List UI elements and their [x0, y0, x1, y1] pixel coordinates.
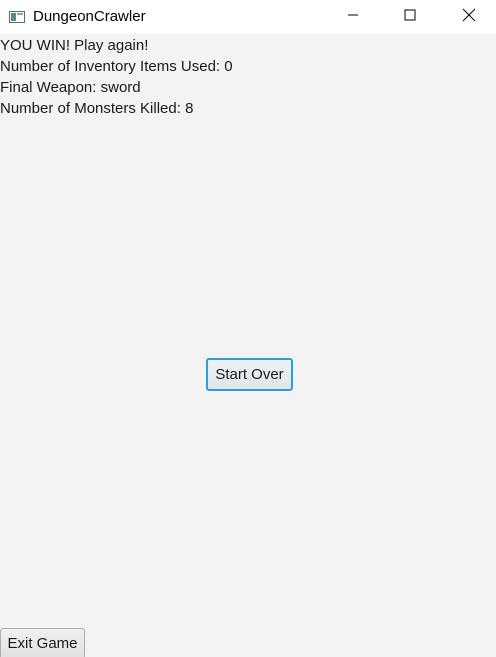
window-title: DungeonCrawler	[33, 8, 146, 25]
game-over-panel: YOU WIN! Play again! Number of Inventory…	[0, 34, 496, 657]
close-icon	[462, 8, 476, 27]
minimize-button[interactable]	[330, 0, 376, 34]
inventory-used-label: Number of Inventory Items Used: 0	[0, 58, 233, 75]
start-over-button[interactable]: Start Over	[206, 358, 293, 391]
maximize-icon	[404, 8, 416, 26]
app-window: DungeonCrawler YOU WIN! Play again! Numb…	[0, 0, 496, 657]
win-message: YOU WIN! Play again!	[0, 37, 149, 54]
exit-game-button[interactable]: Exit Game	[0, 628, 85, 657]
close-button[interactable]	[446, 0, 492, 34]
maximize-button[interactable]	[387, 0, 433, 34]
monsters-killed-label: Number of Monsters Killed: 8	[0, 100, 194, 117]
minimize-icon	[347, 8, 359, 26]
title-bar[interactable]: DungeonCrawler	[0, 0, 496, 34]
final-weapon-label: Final Weapon: sword	[0, 79, 141, 96]
window-app-icon	[9, 10, 25, 23]
